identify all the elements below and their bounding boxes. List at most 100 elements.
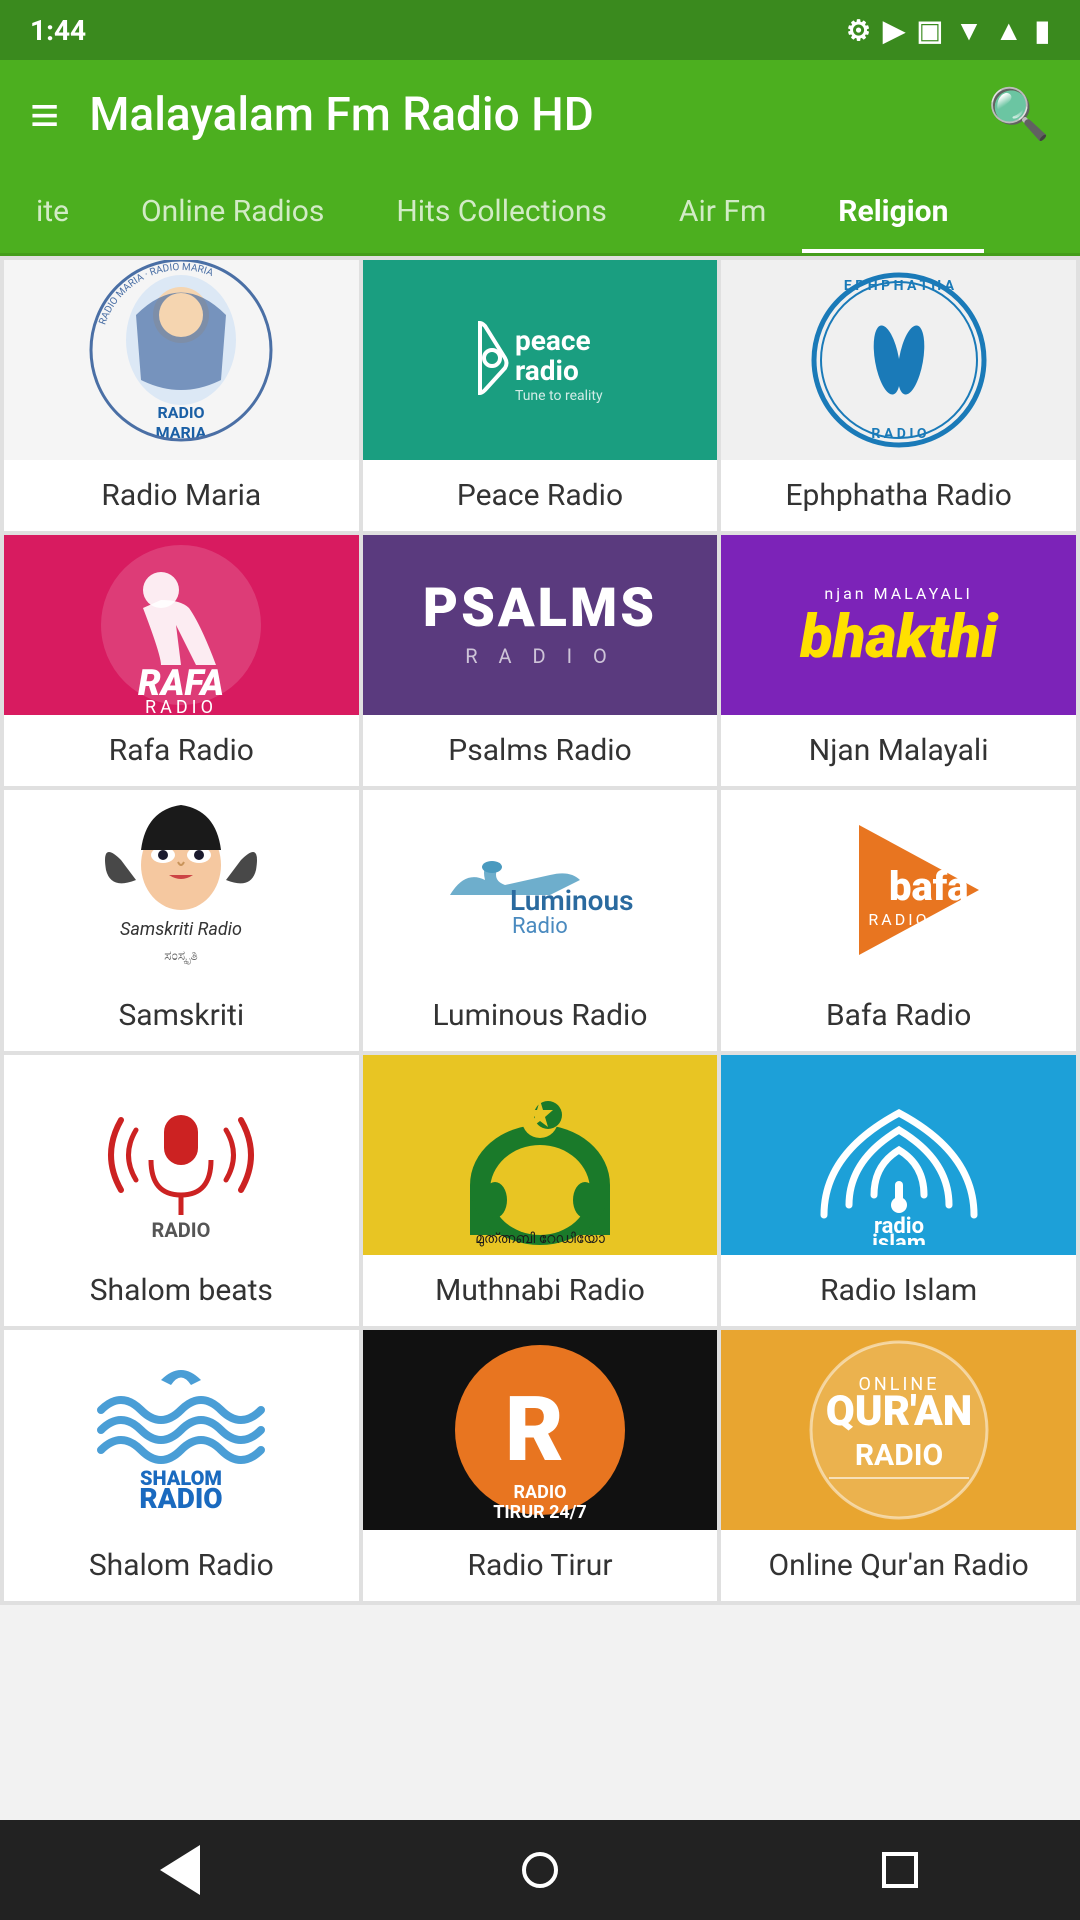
bottom-navigation xyxy=(0,1820,1080,1920)
tab-favourite[interactable]: ite xyxy=(0,170,105,253)
muthnabi-radio-label: Muthnabi Radio xyxy=(363,1255,718,1326)
settings-icon: ⚙ xyxy=(846,14,871,47)
shalom-radio-label: Shalom Radio xyxy=(4,1530,359,1601)
peace-radio-logo: peace radio Tune to reality xyxy=(450,308,630,408)
svg-text:RADIO: RADIO xyxy=(868,910,929,929)
svg-text:TIRUR 24/7: TIRUR 24/7 xyxy=(493,1502,586,1523)
rafa-image: RAFA RADIO xyxy=(4,535,359,715)
tab-bar: ite Online Radios Hits Collections Air F… xyxy=(0,170,1080,256)
card-njan-malayali[interactable]: njan MALAYALI bhakthi Njan Malayali xyxy=(721,535,1076,786)
svg-text:radio: radio xyxy=(515,354,579,387)
ephphatha-image: E P H P H A T H A R A D I O xyxy=(721,260,1076,460)
bafa-image: bafa RADIO xyxy=(721,790,1076,980)
svg-text:Luminous: Luminous xyxy=(510,884,633,917)
tab-online-radios[interactable]: Online Radios xyxy=(105,170,360,253)
status-bar: 1:44 ⚙ ▶ ▣ ▼ ▲ ▮ xyxy=(0,0,1080,60)
tab-religion[interactable]: Religion xyxy=(802,170,984,253)
bhakthi-image: njan MALAYALI bhakthi xyxy=(721,535,1076,715)
svg-text:islam: islam xyxy=(872,1231,926,1245)
shalom-radio-logo: SHALOM RADIO xyxy=(81,1330,281,1530)
card-muthnabi-radio[interactable]: മുത്ത്നബി റേഡിയോ Muthnabi Radio xyxy=(363,1055,718,1326)
card-peace-radio[interactable]: peace radio Tune to reality Peace Radio xyxy=(363,260,718,531)
stations-grid: RADIO MARIA RADIO MARIA · RADIO MARIA Ra… xyxy=(0,256,1080,1605)
svg-text:RADIO: RADIO xyxy=(152,1218,211,1242)
card-shalom-radio[interactable]: SHALOM RADIO Shalom Radio xyxy=(4,1330,359,1601)
tab-hits-collections[interactable]: Hits Collections xyxy=(360,170,643,253)
quran-radio-label: Online Qur'an Radio xyxy=(721,1530,1076,1601)
card-ephphatha-radio[interactable]: E P H P H A T H A R A D I O Ephphatha Ra… xyxy=(721,260,1076,531)
samskriti-image: Samskriti Radio ಸಂಸ್ಕೃತಿ xyxy=(4,790,359,980)
radio-islam-label: Radio Islam xyxy=(721,1255,1076,1326)
svg-text:E P H P H A T H A: E P H P H A T H A xyxy=(844,278,955,294)
quran-logo: ONLINE QUR'AN RADIO xyxy=(799,1330,999,1530)
battery-icon: ▮ xyxy=(1035,14,1050,47)
svg-text:peace: peace xyxy=(515,324,591,357)
card-rafa-radio[interactable]: RAFA RADIO Rafa Radio xyxy=(4,535,359,786)
peace-radio-label: Peace Radio xyxy=(363,460,718,531)
rafa-logo: RAFA RADIO xyxy=(81,535,281,715)
card-radio-maria[interactable]: RADIO MARIA RADIO MARIA · RADIO MARIA Ra… xyxy=(4,260,359,531)
home-icon xyxy=(522,1852,558,1888)
svg-text:മുത്ത്നബി റേഡിയോ: മുത്ത്നബി റേഡിയോ xyxy=(475,1231,606,1247)
svg-text:RADIO: RADIO xyxy=(513,1482,566,1503)
shalom-radio-image: SHALOM RADIO xyxy=(4,1330,359,1530)
bafa-logo: bafa RADIO xyxy=(799,795,999,975)
header: ≡ Malayalam Fm Radio HD 🔍 xyxy=(0,60,1080,170)
home-button[interactable] xyxy=(500,1830,580,1910)
card-luminous-radio[interactable]: Luminous Radio Luminous Radio xyxy=(363,790,718,1051)
ephphatha-logo: E P H P H A T H A R A D I O xyxy=(799,260,999,460)
svg-text:R A D I O: R A D I O xyxy=(871,426,926,442)
svg-text:RADIO: RADIO xyxy=(854,1438,942,1473)
rafa-radio-label: Rafa Radio xyxy=(4,715,359,786)
svg-text:RADIO: RADIO xyxy=(145,697,217,715)
card-radio-tirur[interactable]: R RADIO TIRUR 24/7 Radio Tirur xyxy=(363,1330,718,1601)
radio-islam-image: radio islam xyxy=(721,1055,1076,1255)
card-radio-islam[interactable]: radio islam Radio Islam xyxy=(721,1055,1076,1326)
status-icons: ⚙ ▶ ▣ ▼ ▲ ▮ xyxy=(846,14,1050,47)
radio-maria-logo: RADIO MARIA RADIO MARIA · RADIO MARIA xyxy=(81,260,281,460)
svg-text:bafa: bafa xyxy=(889,863,969,910)
svg-text:Samskriti Radio: Samskriti Radio xyxy=(120,919,242,940)
ephphatha-label: Ephphatha Radio xyxy=(721,460,1076,531)
samskriti-label: Samskriti xyxy=(4,980,359,1051)
svg-text:RADIO: RADIO xyxy=(158,403,205,422)
psalms-image: PSALMS R A D I O xyxy=(363,535,718,715)
shalom-beats-label: Shalom beats xyxy=(4,1255,359,1326)
card-samskriti[interactable]: Samskriti Radio ಸಂಸ್ಕೃತಿ Samskriti xyxy=(4,790,359,1051)
wifi-icon: ▼ xyxy=(955,14,983,47)
search-button[interactable]: 🔍 xyxy=(988,86,1050,144)
svg-text:QUR'AN: QUR'AN xyxy=(825,1387,971,1436)
card-quran-radio[interactable]: ONLINE QUR'AN RADIO Online Qur'an Radio xyxy=(721,1330,1076,1601)
muthnabi-logo: മുത്ത്നബി റേഡിയോ xyxy=(440,1055,640,1255)
recents-button[interactable] xyxy=(860,1830,940,1910)
card-shalom-beats[interactable]: RADIO Shalom beats xyxy=(4,1055,359,1326)
luminous-logo: Luminous Radio xyxy=(430,825,650,945)
time: 1:44 xyxy=(30,14,86,47)
radio-tirur-logo: R RADIO TIRUR 24/7 xyxy=(440,1330,640,1530)
sdcard-icon: ▣ xyxy=(917,14,943,47)
tab-air-fm[interactable]: Air Fm xyxy=(643,170,802,253)
luminous-image: Luminous Radio xyxy=(363,790,718,980)
svg-text:R: R xyxy=(505,1377,564,1482)
njan-malayali-label: Njan Malayali xyxy=(721,715,1076,786)
muthnabi-image: മുത്ത്നബി റേഡിയോ xyxy=(363,1055,718,1255)
radio-tirur-label: Radio Tirur xyxy=(363,1530,718,1601)
psalms-radio-label: Psalms Radio xyxy=(363,715,718,786)
play-icon: ▶ xyxy=(883,14,905,47)
back-button[interactable] xyxy=(140,1830,220,1910)
quran-radio-image: ONLINE QUR'AN RADIO xyxy=(721,1330,1076,1530)
svg-text:Tune to reality: Tune to reality xyxy=(515,388,603,404)
signal-icon: ▲ xyxy=(995,14,1023,47)
svg-text:Radio: Radio xyxy=(512,914,568,939)
radio-maria-label: Radio Maria xyxy=(4,460,359,531)
radio-maria-image: RADIO MARIA RADIO MARIA · RADIO MARIA xyxy=(4,260,359,460)
samskriti-logo: Samskriti Radio ಸಂಸ್ಕೃತಿ xyxy=(81,790,281,980)
card-bafa-radio[interactable]: bafa RADIO Bafa Radio xyxy=(721,790,1076,1051)
bafa-radio-label: Bafa Radio xyxy=(721,980,1076,1051)
card-psalms-radio[interactable]: PSALMS R A D I O Psalms Radio xyxy=(363,535,718,786)
menu-button[interactable]: ≡ xyxy=(30,86,59,145)
radio-islam-logo: radio islam xyxy=(799,1065,999,1245)
peace-radio-image: peace radio Tune to reality xyxy=(363,260,718,460)
svg-text:ಸಂಸ್ಕೃತಿ: ಸಂಸ್ಕೃತಿ xyxy=(165,948,199,965)
luminous-radio-label: Luminous Radio xyxy=(363,980,718,1051)
